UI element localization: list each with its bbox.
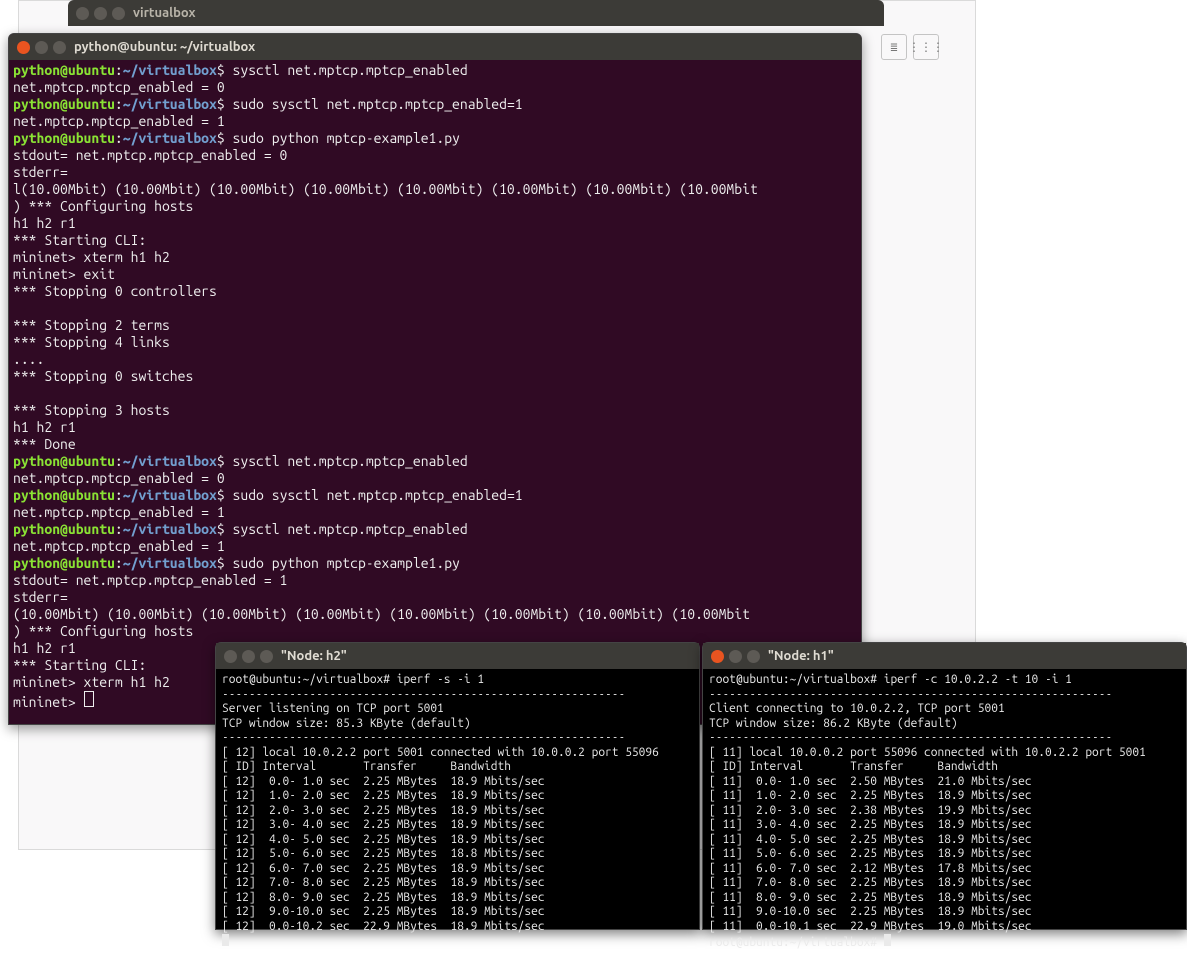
minimize-icon[interactable] bbox=[242, 650, 255, 663]
maximize-icon[interactable] bbox=[747, 650, 760, 663]
xterm-h1-title: "Node: h1" bbox=[768, 649, 834, 664]
grid-view-button[interactable]: ⋮⋮⋮ bbox=[913, 34, 939, 60]
view-mode-buttons: ≣ ⋮⋮⋮ bbox=[880, 35, 940, 59]
grid-icon: ⋮⋮⋮ bbox=[908, 40, 944, 54]
xterm-h2-titlebar[interactable]: "Node: h2" bbox=[216, 643, 699, 669]
close-icon[interactable] bbox=[76, 7, 89, 20]
window-controls[interactable] bbox=[711, 650, 760, 663]
window-controls[interactable] bbox=[17, 41, 66, 54]
main-terminal-window[interactable]: python@ubuntu: ~/virtualbox python@ubunt… bbox=[8, 33, 862, 725]
xterm-h1-body[interactable]: root@ubuntu:~/virtualbox# iperf -c 10.0.… bbox=[703, 669, 1186, 955]
close-icon[interactable] bbox=[17, 41, 30, 54]
background-window-title: virtualbox bbox=[133, 6, 196, 20]
background-window-titlebar[interactable]: virtualbox bbox=[68, 0, 884, 26]
maximize-icon[interactable] bbox=[112, 7, 125, 20]
minimize-icon[interactable] bbox=[729, 650, 742, 663]
window-controls[interactable] bbox=[224, 650, 273, 663]
maximize-icon[interactable] bbox=[260, 650, 273, 663]
window-controls[interactable] bbox=[76, 7, 125, 20]
close-icon[interactable] bbox=[711, 650, 724, 663]
minimize-icon[interactable] bbox=[35, 41, 48, 54]
list-icon: ≣ bbox=[890, 40, 897, 54]
main-terminal-title: python@ubuntu: ~/virtualbox bbox=[74, 40, 255, 54]
xterm-h2-title: "Node: h2" bbox=[281, 649, 347, 664]
xterm-h1-titlebar[interactable]: "Node: h1" bbox=[703, 643, 1186, 669]
list-view-button[interactable]: ≣ bbox=[881, 34, 907, 60]
main-terminal-titlebar[interactable]: python@ubuntu: ~/virtualbox bbox=[9, 34, 861, 60]
main-terminal-body[interactable]: python@ubuntu:~/virtualbox$ sysctl net.m… bbox=[9, 60, 861, 715]
xterm-h1-window[interactable]: "Node: h1" root@ubuntu:~/virtualbox# ipe… bbox=[702, 642, 1187, 930]
xterm-h2-window[interactable]: "Node: h2" root@ubuntu:~/virtualbox# ipe… bbox=[215, 642, 700, 930]
maximize-icon[interactable] bbox=[53, 41, 66, 54]
close-icon[interactable] bbox=[224, 650, 237, 663]
xterm-h2-body[interactable]: root@ubuntu:~/virtualbox# iperf -s -i 1 … bbox=[216, 669, 699, 955]
minimize-icon[interactable] bbox=[94, 7, 107, 20]
